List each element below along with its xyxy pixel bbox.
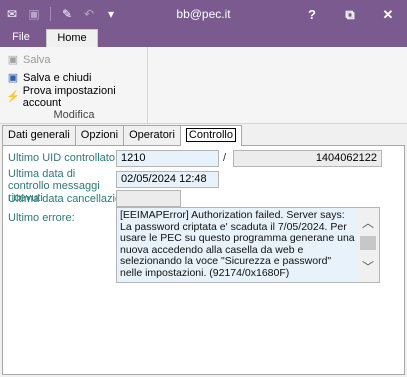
- scroll-thumb[interactable]: [360, 236, 376, 250]
- save-close-icon: ▣: [7, 72, 19, 84]
- test-settings-label: Prova impostazioni account: [22, 85, 116, 109]
- last-uid-field[interactable]: 1210: [116, 150, 219, 167]
- save-quick-icon[interactable]: ▣: [26, 6, 42, 22]
- toolbar-separator: [50, 7, 51, 21]
- last-check-field[interactable]: 02/05/2024 12:48: [116, 171, 219, 188]
- ribbon-tab-strip: File Home: [0, 29, 407, 47]
- floppy-disk-icon: ▣: [7, 54, 19, 66]
- edit-quick-icon[interactable]: ✎: [59, 6, 75, 22]
- undo-quick-icon[interactable]: ↶: [81, 6, 97, 22]
- tab-home[interactable]: Home: [46, 29, 98, 47]
- content-tabs: Dati generali Opzioni Operatori Controll…: [2, 125, 242, 146]
- tab-opzioni[interactable]: Opzioni: [74, 125, 125, 145]
- last-error-text: [EEIMAPError] Authorization failed. Serv…: [120, 209, 355, 279]
- save-close-label: Salva e chiudi: [23, 72, 92, 84]
- scroll-down-icon[interactable]: ﹀: [357, 258, 379, 276]
- last-error-label: Ultimo errore:: [8, 212, 75, 224]
- group-label: Modifica: [53, 109, 95, 121]
- scroll-up-icon[interactable]: ︿: [357, 214, 379, 232]
- save-button-label: Salva: [23, 54, 51, 66]
- uid-separator: /: [223, 152, 227, 164]
- tab-dati-generali[interactable]: Dati generali: [2, 125, 76, 145]
- tab-file[interactable]: File: [6, 29, 36, 47]
- restore-button[interactable]: ⧉: [331, 0, 369, 29]
- tab-operatori[interactable]: Operatori: [123, 125, 181, 145]
- help-button[interactable]: ?: [293, 0, 331, 29]
- customize-dropdown-icon[interactable]: ▾: [103, 6, 119, 22]
- uid-total-field[interactable]: 1404062122: [233, 150, 382, 167]
- test-settings-button[interactable]: ⚡ Prova impostazioni account: [6, 85, 147, 109]
- app-icon[interactable]: ✉: [4, 6, 20, 22]
- quick-access-toolbar: ✉ ▣ ✎ ↶ ▾: [4, 6, 119, 22]
- title-bar: ✉ ▣ ✎ ↶ ▾ bb@pec.it ? ⧉ ✕: [0, 0, 407, 29]
- tab-controllo[interactable]: Controllo: [179, 125, 242, 146]
- tab-controllo-label: Controllo: [185, 128, 236, 142]
- last-delete-field[interactable]: [116, 190, 181, 207]
- last-error-textarea[interactable]: [EEIMAPError] Authorization failed. Serv…: [116, 207, 380, 283]
- ribbon: ▣ Salva ▣ Salva e chiudi ⚡ Prova imposta…: [0, 47, 407, 124]
- last-uid-label: Ultimo UID controllato:: [8, 152, 119, 164]
- error-scrollbar[interactable]: ︿ ﹀: [357, 208, 379, 282]
- save-button[interactable]: ▣ Salva: [6, 51, 51, 69]
- lightning-icon: ⚡: [6, 91, 20, 103]
- close-button[interactable]: ✕: [369, 0, 407, 29]
- ribbon-group-modifica: ▣ Salva ▣ Salva e chiudi ⚡ Prova imposta…: [0, 47, 148, 123]
